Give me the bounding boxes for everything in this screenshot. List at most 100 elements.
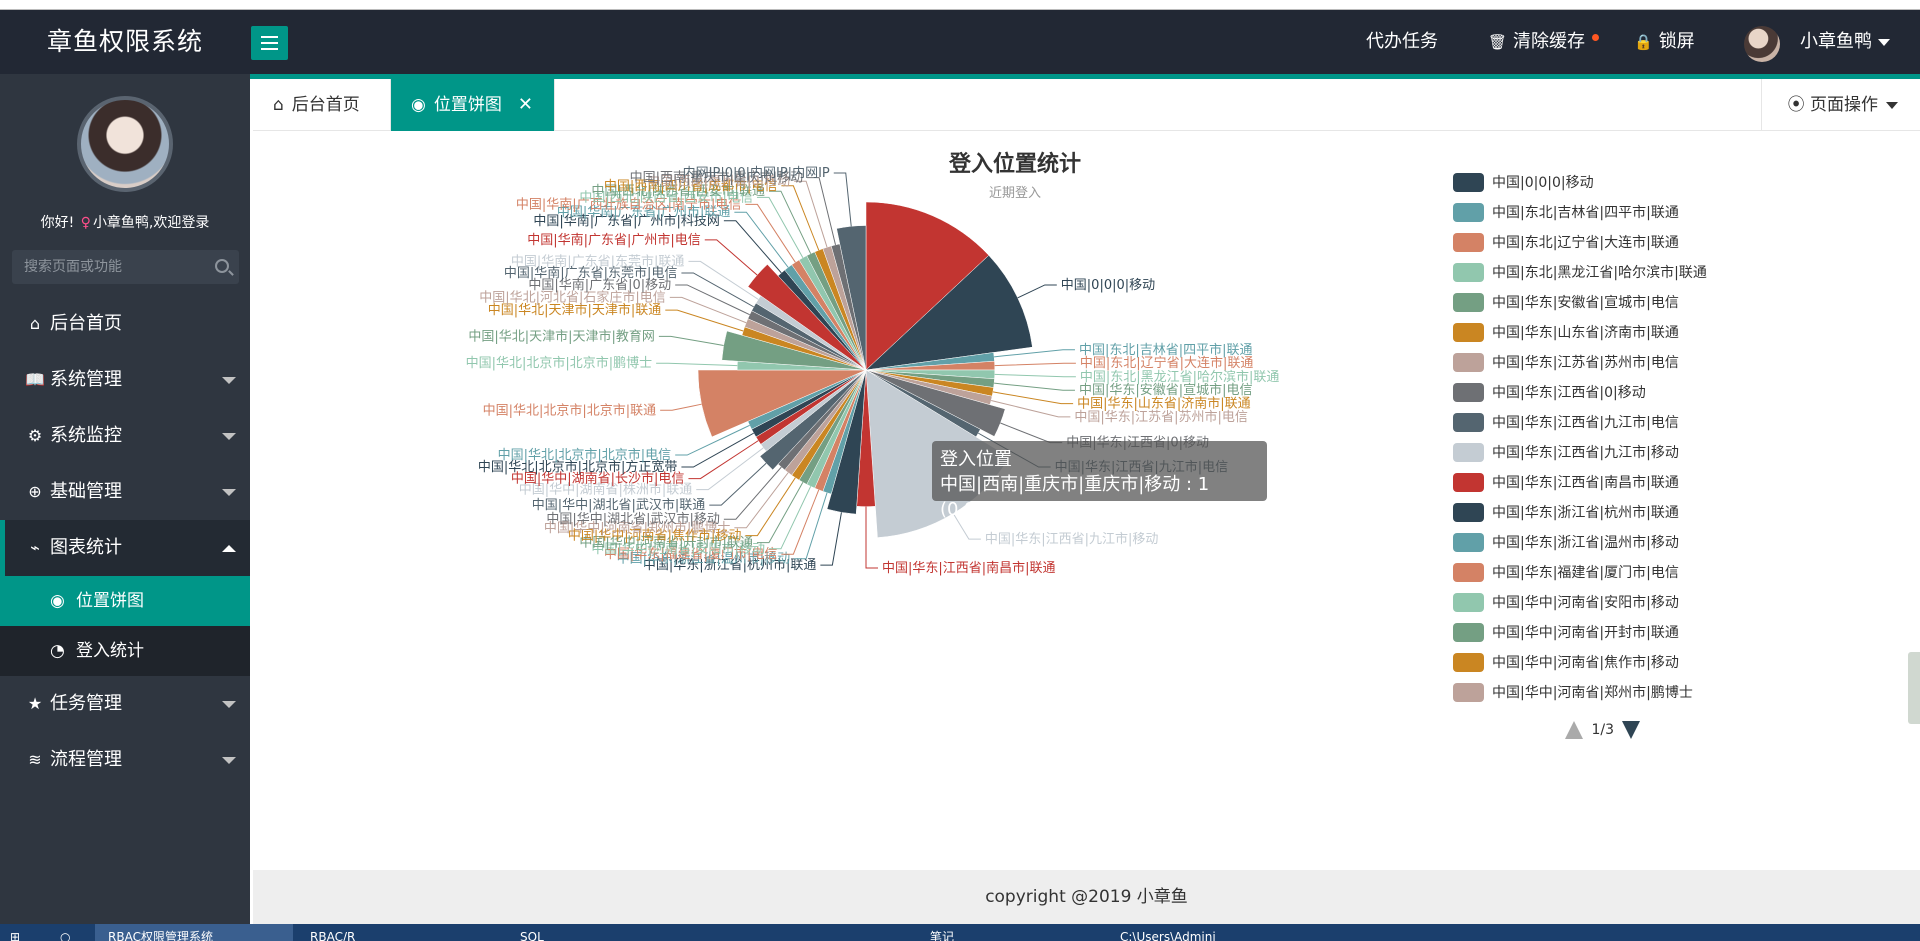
pie-label-line (1000, 422, 1063, 444)
legend-label: 中国|华东|江西省|0|移动 (1492, 385, 1646, 401)
legend-label: 中国|0|0|0|移动 (1492, 175, 1594, 191)
chevron-down-icon (222, 757, 236, 764)
legend-swatch (1453, 232, 1484, 252)
legend-item[interactable]: 中国|东北|黑龙江省|哈尔滨市|联通 (1453, 257, 1753, 287)
pie-label-line (665, 309, 744, 332)
chevron-down-icon (222, 701, 236, 708)
pie-label-line (994, 382, 1075, 391)
search-icon[interactable]: ○ (60, 924, 70, 941)
pie-label-line (745, 203, 796, 263)
profile-avatar (77, 96, 173, 192)
pie-label-line (745, 477, 796, 537)
sidebar-subitem-login-stats[interactable]: ◔ 登入统计 (0, 626, 250, 676)
tooltip-title: 登入位置 (940, 449, 1012, 470)
legend-item[interactable]: 中国|华中|河南省|焦作市|移动 (1453, 647, 1753, 677)
sidebar-item-monitor[interactable]: ⚙ 系统监控 (0, 408, 250, 464)
location-icon: ◉ (50, 591, 65, 611)
legend-item[interactable]: 中国|华东|浙江省|温州市|移动 (1453, 527, 1753, 557)
sidebar-item-basic[interactable]: ⊕ 基础管理 (0, 464, 250, 520)
search-icon[interactable] (215, 259, 229, 273)
legend-item[interactable]: 中国|华中|河南省|开封市|联通 (1453, 617, 1753, 647)
legend-swatch (1453, 472, 1484, 492)
legend-item[interactable]: 中国|华东|江西省|0|移动 (1453, 377, 1753, 407)
sidebar-item-charts[interactable]: ⌁ 图表统计 (0, 520, 250, 576)
pie-slice-label: 中国|华东|江苏省|苏州市|电信 (1074, 409, 1248, 425)
close-icon[interactable]: ✕ (518, 94, 533, 115)
hamburger-icon (261, 36, 278, 38)
pie-slice-label: 中国|华北|北京市|北京市|联通 (483, 402, 657, 418)
sidebar-item-tasks[interactable]: ★ 任务管理 (0, 676, 250, 732)
legend-item[interactable]: 中国|华中|河南省|安阳市|移动 (1453, 587, 1753, 617)
legend-item[interactable]: 中国|华东|江西省|九江市|电信 (1453, 407, 1753, 437)
pie-slice-label: 中国|华南|广东省|广州市|电信 (527, 232, 701, 248)
legend-label: 中国|东北|黑龙江省|哈尔滨市|联通 (1492, 265, 1707, 281)
taskbar-item[interactable]: SQL (520, 924, 544, 941)
taskbar-item[interactable]: C:\Users\Admini (1120, 924, 1216, 941)
legend-item[interactable]: 中国|华中|河南省|郑州市|鹏博士 (1453, 677, 1753, 707)
user-menu[interactable]: 小章鱼鸭 (1800, 10, 1890, 74)
taskbar-item[interactable]: 笔记 (930, 924, 954, 941)
legend-item[interactable]: 中国|华东|安徽省|宣城市|电信 (1453, 287, 1753, 317)
taskbar-item[interactable]: RBAC权限管理系统 (108, 924, 213, 941)
legend-label: 中国|华东|浙江省|温州市|移动 (1492, 535, 1679, 551)
lock-screen-button[interactable]: 🔒 锁屏 (1634, 10, 1695, 74)
book-icon: 📖 (25, 370, 45, 389)
footer: copyright @2019 小章鱼 (253, 870, 1920, 924)
legend-prev-icon[interactable] (1565, 721, 1583, 739)
search-input[interactable] (24, 256, 204, 278)
pie-label-line (768, 486, 812, 550)
legend-item[interactable]: 中国|华东|江西省|九江市|移动 (1453, 437, 1753, 467)
windows-start-icon[interactable]: ⊞ (10, 924, 20, 941)
pie-label-line (658, 335, 724, 346)
legend-item[interactable]: 中国|华东|浙江省|杭州市|联通 (1453, 497, 1753, 527)
tab-home[interactable]: ⌂ 后台首页 (253, 79, 391, 131)
app-logo: 章鱼权限系统 (46, 27, 203, 56)
pulse-icon: ⌁ (30, 538, 40, 557)
taskbar-item[interactable]: RBAC/R (310, 924, 355, 941)
legend-item[interactable]: 中国|华东|江苏省|苏州市|电信 (1453, 347, 1753, 377)
tab-location-pie[interactable]: ◉ 位置饼图 ✕ (391, 79, 555, 131)
legend-swatch (1453, 322, 1484, 342)
os-taskbar: ⊞ ○ RBAC权限管理系统 RBAC/R SQL 笔记 C:\Users\Ad… (0, 924, 1920, 941)
legend-label: 中国|华东|江西省|九江市|电信 (1492, 415, 1679, 431)
todo-task-link[interactable]: 代办任务 (1366, 10, 1438, 74)
legend-label: 中国|华中|河南省|焦作市|移动 (1492, 655, 1679, 671)
user-avatar[interactable] (1744, 26, 1780, 62)
lock-label: 锁屏 (1658, 31, 1695, 52)
target-icon: ⦿ (1787, 95, 1810, 115)
legend-swatch (1453, 202, 1484, 222)
pie-label-line (994, 362, 1076, 367)
pie-label-line (709, 462, 767, 506)
sidebar-item-home[interactable]: ⌂ 后台首页 (0, 296, 250, 352)
chevron-down-icon (222, 377, 236, 384)
clear-cache-button[interactable]: 🗑 清除缓存 (1488, 10, 1585, 74)
page-operations-dropdown[interactable]: ⦿ 页面操作 (1760, 79, 1920, 131)
legend-item[interactable]: 中国|东北|辽宁省|大连市|联通 (1453, 227, 1753, 257)
legend-item[interactable]: 中国|华东|江西省|南昌市|联通 (1453, 467, 1753, 497)
sidebar: 你好! ♀小章鱼鸭,欢迎登录 ⌂后台首页 📖系统管理 ⚙系统监控 ⊕基础管理 ⌁… (0, 74, 250, 924)
legend-swatch (1453, 382, 1484, 402)
legend-item[interactable]: 中国|0|0|0|移动 (1453, 167, 1753, 197)
legend-pager: 1/3 (1565, 721, 1641, 739)
legend-next-icon[interactable] (1622, 721, 1641, 739)
pie-slice-label: 中国|华南|广东省|东莞市|联通 (511, 253, 685, 269)
sidebar-subitem-location-pie[interactable]: ◉ 位置饼图 (0, 576, 250, 626)
legend-label: 中国|华中|河南省|郑州市|鹏博士 (1492, 685, 1693, 701)
trash-icon: 🗑 (1488, 33, 1508, 51)
legend-item[interactable]: 中国|华东|福建省|厦门市|电信 (1453, 557, 1753, 587)
legend-swatch (1453, 682, 1484, 702)
chevron-down-icon (222, 433, 236, 440)
legend-swatch (1453, 652, 1484, 672)
legend-item[interactable]: 中国|华东|山东省|济南市|联通 (1453, 317, 1753, 347)
legend-swatch (1453, 292, 1484, 312)
pie-label-line (756, 482, 804, 544)
side-scroll-handle[interactable] (1908, 652, 1920, 724)
pie-label-line (781, 185, 820, 251)
legend-swatch (1453, 262, 1484, 282)
tab-bar: ⌂ 后台首页 ◉ 位置饼图 ✕ ⦿ 页面操作 (253, 79, 1920, 131)
legend-swatch (1453, 352, 1484, 372)
legend-item[interactable]: 中国|东北|吉林省|四平市|联通 (1453, 197, 1753, 227)
sidebar-item-workflow[interactable]: ≋ 流程管理 (0, 732, 250, 788)
menu-toggle-button[interactable] (251, 26, 288, 60)
sidebar-item-system[interactable]: 📖 系统管理 (0, 352, 250, 408)
